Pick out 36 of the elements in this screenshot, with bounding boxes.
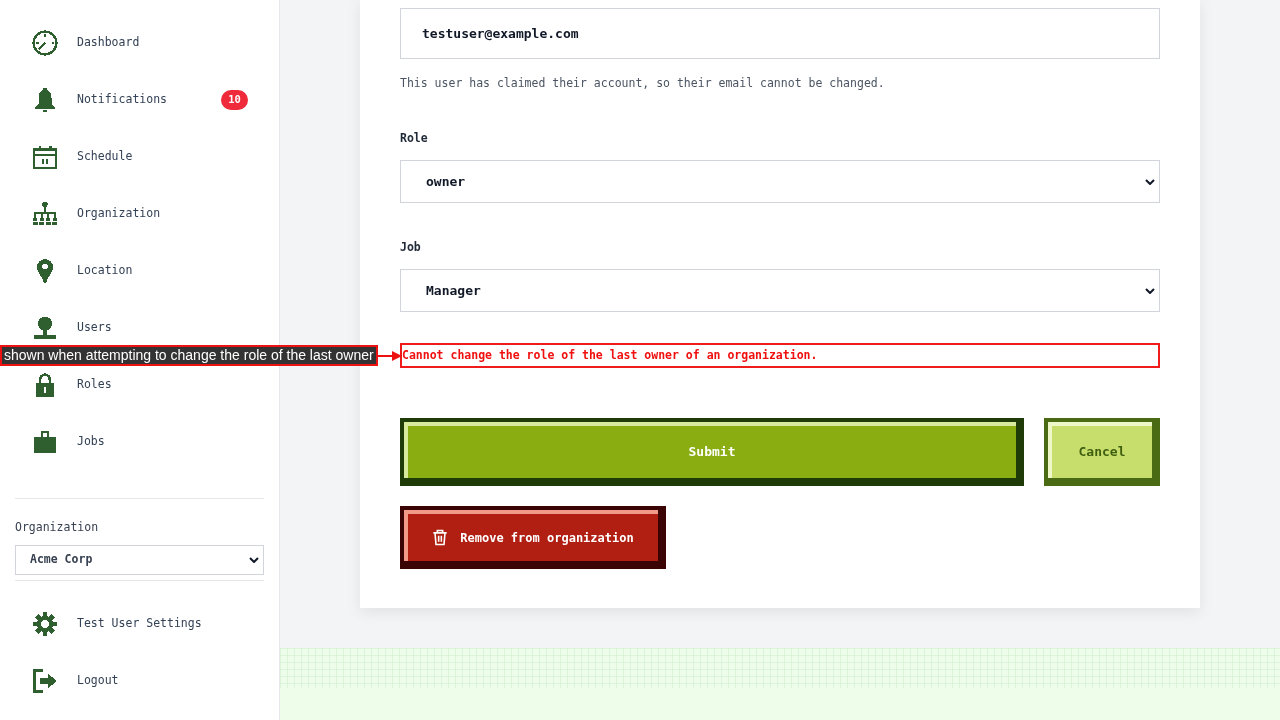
sidebar-link[interactable]: Users [32,314,112,341]
calendar-icon [32,143,58,170]
sidebar-link[interactable]: Roles [32,371,112,398]
help-text: This user has claimed their account, so their email cannot be changed. [400,75,886,91]
sidebar-link[interactable]: Location [32,257,133,284]
sidebar-link[interactable]: Notifications [32,86,167,113]
user-icon [32,314,58,341]
sidebar-link[interactable]: Organization [32,200,161,227]
sidebar-link[interactable]: Logout [32,667,119,694]
role-select[interactable]: owner [400,160,1160,203]
sidebar-link[interactable]: Jobs [32,428,105,455]
chevron-down-icon [1145,178,1155,185]
chevron-down-icon [249,557,259,563]
logout-icon [32,667,58,694]
remove-button[interactable]: Remove from organization [400,506,666,569]
error-message: Cannot change the role of the last owner of an organization. [400,343,1160,368]
email-field[interactable]: testuser@example.com [400,8,1160,59]
organization-label: Organization [15,519,100,535]
sidebar-link[interactable]: Dashboard [32,29,140,56]
job-label: Job [400,239,422,255]
briefcase-icon [32,428,58,455]
arrow-icon [377,349,402,362]
cancel-button[interactable]: Cancel [1044,418,1160,486]
org-chart-icon [32,200,58,227]
gauge-icon [32,29,58,56]
sidebar-link[interactable]: Test User Settings [32,610,202,637]
trash-icon [432,529,449,546]
job-select[interactable]: Manager [400,269,1160,312]
bell-icon [32,86,58,113]
settings-icon [32,610,58,637]
notification-badge: 10 [221,89,248,110]
annotation-label: shown when attempting to change the role of the last owner [0,345,378,366]
sidebar-link[interactable]: Schedule [32,143,133,170]
chevron-down-icon [1145,287,1155,294]
role-label: Role [400,130,429,146]
organization-select[interactable]: Acme Corp [15,545,264,575]
